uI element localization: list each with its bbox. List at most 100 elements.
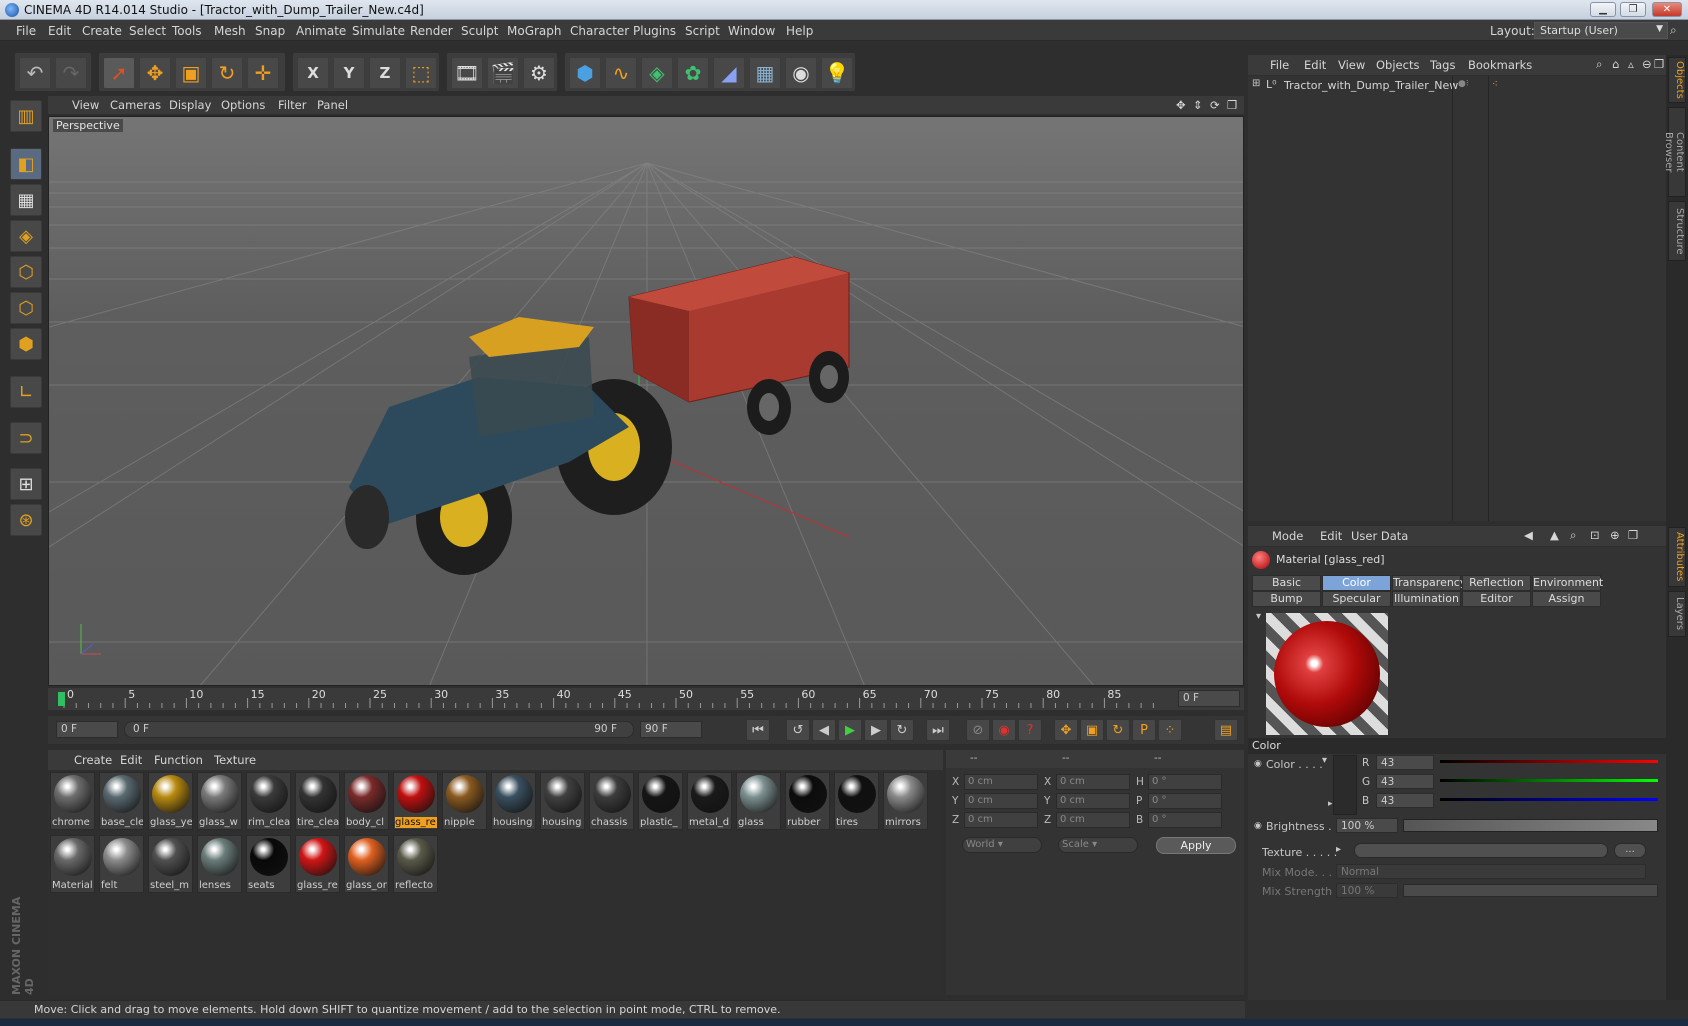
material-preview[interactable] bbox=[1266, 613, 1388, 735]
material-swatch[interactable]: mirrors bbox=[883, 772, 928, 830]
object-menu-file[interactable]: File bbox=[1270, 58, 1289, 72]
viewport-menu-filter[interactable]: Filter bbox=[278, 98, 306, 112]
material-swatch[interactable]: glass_re bbox=[393, 772, 438, 830]
mixstrength-field[interactable]: 100 % bbox=[1336, 883, 1398, 898]
object-menu-objects[interactable]: Objects bbox=[1376, 58, 1419, 72]
side-tab-objects[interactable]: Objects bbox=[1668, 57, 1686, 103]
coord-value-field[interactable]: 0 cm bbox=[964, 812, 1038, 828]
object-menu-tags[interactable]: Tags bbox=[1430, 58, 1455, 72]
attr-maximize-icon[interactable]: ❐ bbox=[1628, 528, 1638, 542]
coord-value-field[interactable]: 0 cm bbox=[964, 793, 1038, 809]
brightness-field[interactable]: 100 % bbox=[1336, 818, 1398, 833]
search-icon[interactable]: ⌕ bbox=[1670, 23, 1677, 38]
previous-frame-icon[interactable]: ◀ bbox=[812, 719, 836, 741]
coord-system-select[interactable]: World ▾ bbox=[962, 837, 1042, 853]
attr-tab-bump[interactable]: Bump bbox=[1252, 591, 1321, 607]
color-keyframe-icon[interactable]: ◉ bbox=[1254, 759, 1262, 769]
coord-value-field[interactable]: 0 cm bbox=[1056, 812, 1130, 828]
menu-sculpt[interactable]: Sculpt bbox=[461, 24, 498, 38]
material-swatch[interactable]: glass_w bbox=[197, 772, 242, 830]
material-swatch[interactable]: reflecto bbox=[393, 835, 438, 893]
coord-value-field[interactable]: 0 cm bbox=[964, 774, 1038, 790]
object-up-icon[interactable]: ▵ bbox=[1628, 57, 1634, 71]
add-icon[interactable]: ✛ bbox=[247, 57, 279, 89]
redo-icon[interactable]: ↷ bbox=[55, 57, 87, 89]
material-swatch[interactable]: chrome bbox=[50, 772, 95, 830]
material-swatch[interactable]: seats bbox=[246, 835, 291, 893]
material-swatch[interactable]: lenses bbox=[197, 835, 242, 893]
world-coord-icon[interactable]: ⬚ bbox=[405, 57, 437, 89]
axis-mode-icon[interactable]: ∟ bbox=[10, 376, 42, 408]
brightness-slider[interactable] bbox=[1403, 819, 1658, 832]
r-field[interactable]: 43 bbox=[1376, 755, 1434, 770]
color-picker-arrow-icon[interactable]: ▾ bbox=[1322, 755, 1327, 766]
viewport-maximize-icon[interactable]: ❐ bbox=[1227, 98, 1237, 112]
menu-mograph[interactable]: MoGraph bbox=[507, 24, 562, 38]
menu-script[interactable]: Script bbox=[685, 24, 720, 38]
attr-tab-transparency[interactable]: Transparency bbox=[1392, 575, 1466, 591]
attr-tab-environment[interactable]: Environment bbox=[1532, 575, 1603, 591]
viewport-menu-view[interactable]: View bbox=[72, 98, 99, 112]
expand-icon[interactable]: ⊞ bbox=[1252, 78, 1260, 89]
object-menu-view[interactable]: View bbox=[1338, 58, 1365, 72]
light-icon[interactable]: 💡 bbox=[821, 57, 853, 89]
menu-snap[interactable]: Snap bbox=[255, 24, 285, 38]
go-to-end-icon[interactable]: ⏭ bbox=[926, 719, 950, 741]
color-swatch[interactable] bbox=[1333, 755, 1357, 815]
material-swatch[interactable]: glass_ye bbox=[148, 772, 193, 830]
material-swatch[interactable]: body_cl bbox=[344, 772, 389, 830]
object-home-icon[interactable]: ⌂ bbox=[1612, 57, 1619, 71]
material-swatch[interactable]: nipple bbox=[442, 772, 487, 830]
grid-icon[interactable]: ⊛ bbox=[10, 504, 42, 536]
attr-menu-edit[interactable]: Edit bbox=[1320, 529, 1342, 543]
mograph-cloner-icon[interactable]: ✿ bbox=[677, 57, 709, 89]
key-scale-icon[interactable]: ▣ bbox=[1080, 719, 1104, 741]
scale-icon[interactable]: ▣ bbox=[175, 57, 207, 89]
material-swatch[interactable]: housing bbox=[540, 772, 585, 830]
material-swatch[interactable]: glass_or bbox=[344, 835, 389, 893]
points-mode-icon[interactable]: ⬡ bbox=[10, 256, 42, 288]
workplane-lock-icon[interactable]: ⊞ bbox=[10, 468, 42, 500]
material-swatch[interactable]: housing bbox=[491, 772, 536, 830]
attr-tab-specular[interactable]: Specular bbox=[1322, 591, 1391, 607]
menu-plugins[interactable]: Plugins bbox=[633, 24, 676, 38]
attr-up-icon[interactable]: ▲ bbox=[1550, 528, 1559, 542]
attr-lock-icon[interactable]: ⊡ bbox=[1590, 528, 1600, 542]
material-swatch[interactable]: Material bbox=[50, 835, 95, 893]
model-mode-icon[interactable]: ▥ bbox=[10, 100, 42, 132]
menu-character[interactable]: Character bbox=[570, 24, 629, 38]
coord-mode-select[interactable]: Scale ▾ bbox=[1058, 837, 1138, 853]
layout-select[interactable]: Startup (User) ▼ bbox=[1534, 22, 1668, 39]
object-menu-edit[interactable]: Edit bbox=[1304, 58, 1326, 72]
viewport-rotate-icon[interactable]: ⟳ bbox=[1210, 98, 1220, 112]
cube-icon[interactable]: ⬢ bbox=[569, 57, 601, 89]
attr-tab-basic[interactable]: Basic bbox=[1252, 575, 1321, 591]
material-swatch[interactable]: felt bbox=[99, 835, 144, 893]
viewport-zoom-icon[interactable]: ⇕ bbox=[1193, 98, 1203, 112]
material-swatch[interactable]: chassis bbox=[589, 772, 634, 830]
move-icon[interactable]: ✥ bbox=[139, 57, 171, 89]
play-icon[interactable]: ▶ bbox=[838, 719, 862, 741]
autokey-icon[interactable]: ◉ bbox=[992, 719, 1016, 741]
apply-button[interactable]: Apply bbox=[1156, 837, 1236, 854]
material-swatch[interactable]: glass_re bbox=[295, 835, 340, 893]
object-mode-icon[interactable]: ◧ bbox=[10, 148, 42, 180]
playhead-marker[interactable] bbox=[58, 692, 65, 706]
select-arrow-icon[interactable]: ➚ bbox=[103, 57, 135, 89]
render-view-icon[interactable]: 🎞 bbox=[451, 57, 483, 89]
spline-icon[interactable]: ∿ bbox=[605, 57, 637, 89]
keyframe-help-icon[interactable]: ? bbox=[1018, 719, 1042, 741]
attr-menu-user-data[interactable]: User Data bbox=[1351, 529, 1408, 543]
object-collapse-icon[interactable]: ⊖ bbox=[1642, 57, 1652, 71]
z-axis-button[interactable]: Z bbox=[369, 57, 401, 89]
attr-tab-color[interactable]: Color bbox=[1322, 575, 1391, 591]
object-search-icon[interactable]: ⌕ bbox=[1596, 57, 1602, 72]
r-slider[interactable] bbox=[1440, 760, 1658, 763]
material-menu-function[interactable]: Function bbox=[154, 753, 203, 767]
g-field[interactable]: 43 bbox=[1376, 774, 1434, 789]
material-swatch[interactable]: tires bbox=[834, 772, 879, 830]
material-swatch[interactable]: rim_clea bbox=[246, 772, 291, 830]
menu-help[interactable]: Help bbox=[786, 24, 813, 38]
previous-key-icon[interactable]: ↺ bbox=[786, 719, 810, 741]
object-menu-bookmarks[interactable]: Bookmarks bbox=[1468, 58, 1532, 72]
